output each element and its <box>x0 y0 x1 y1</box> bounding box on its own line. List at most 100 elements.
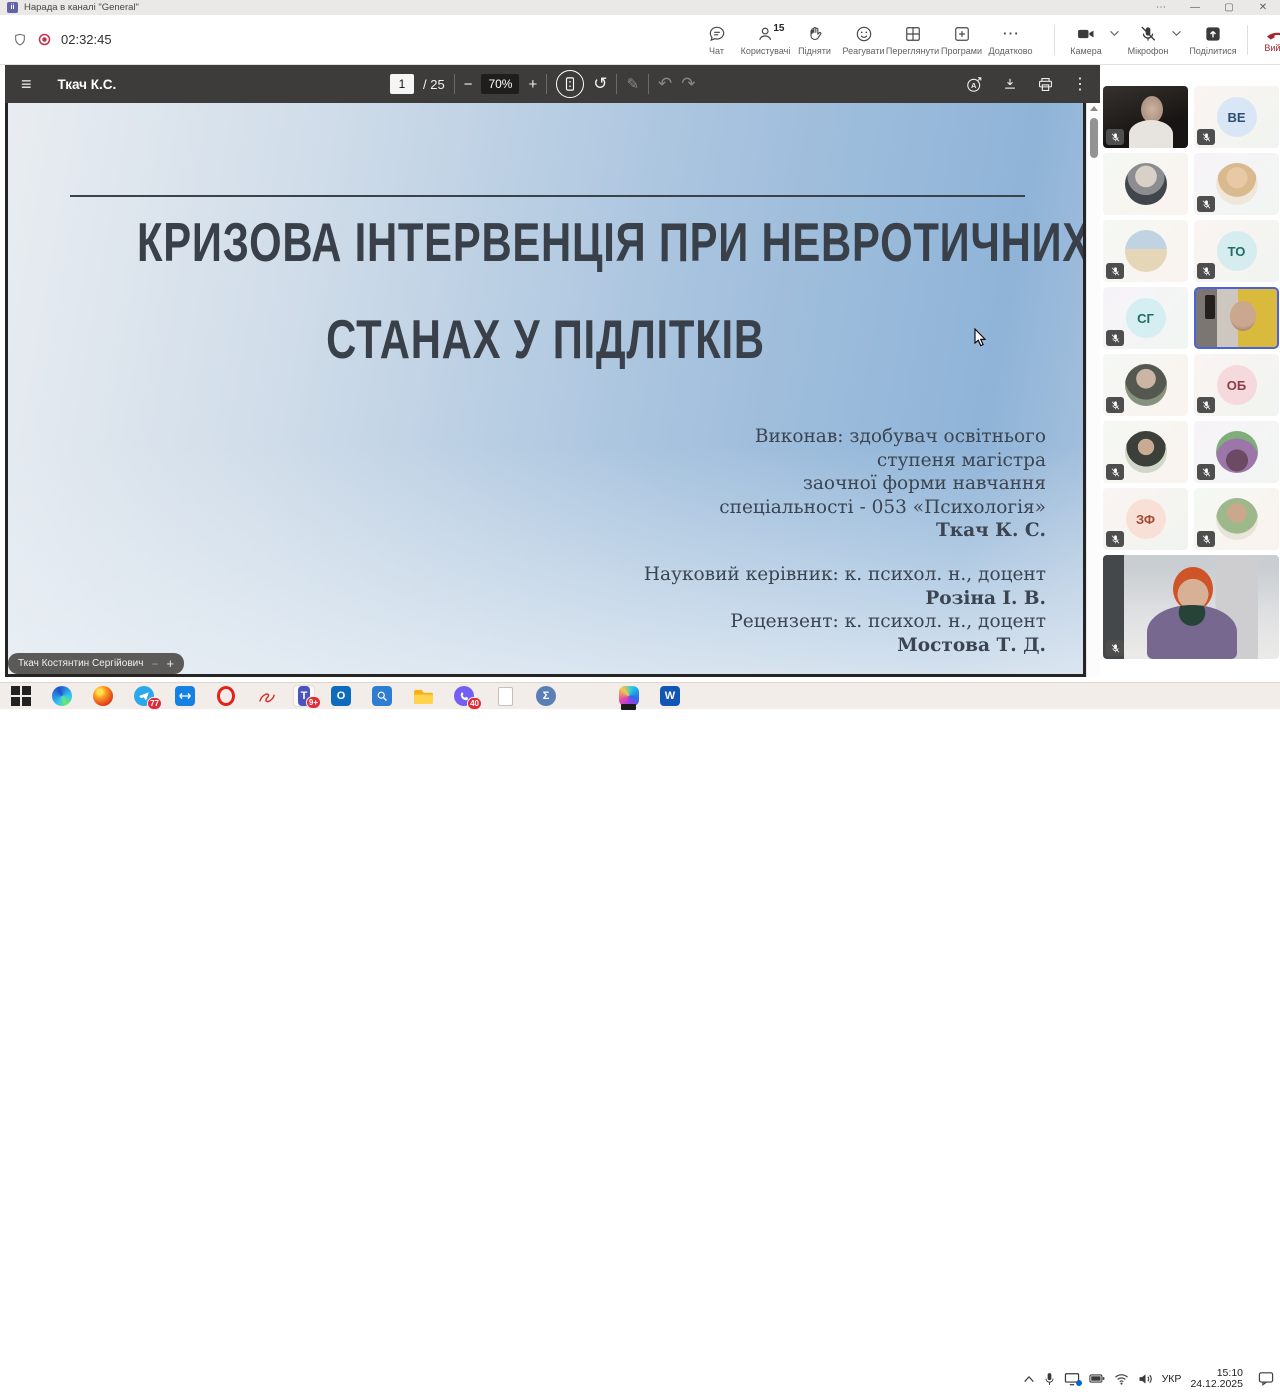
pill-collapse-icon[interactable]: − <box>151 657 158 671</box>
tray-clock[interactable]: 15:10 24.12.2025 <box>1190 1368 1243 1390</box>
viber-badge: 40 <box>467 697 482 710</box>
microphone-chevron-icon[interactable] <box>1171 30 1183 37</box>
participant-tile-initials-ob[interactable]: ОБ <box>1194 354 1279 416</box>
participant-tile-short-hair-avatar[interactable] <box>1103 354 1188 416</box>
tray-date: 24.12.2025 <box>1190 1379 1243 1390</box>
word-app-button[interactable]: W <box>659 685 681 707</box>
telegram-app-button[interactable]: 77 <box>133 685 155 707</box>
accessibility-mode-button[interactable]: A <box>965 75 984 94</box>
apps-button[interactable]: Програми <box>937 24 986 56</box>
camera-button[interactable]: Камера <box>1061 24 1111 56</box>
teamviewer-app-button[interactable] <box>174 685 196 707</box>
chat-bubble-icon <box>707 24 727 44</box>
firefox-app-button[interactable] <box>92 685 114 707</box>
slide-reviewer-name: Мостова Т. Д. <box>644 634 1046 658</box>
windows-logo-icon <box>11 686 31 706</box>
participant-tile-man-suit-avatar[interactable] <box>1103 153 1188 215</box>
participant-tile-initials-to[interactable]: ТО <box>1194 220 1279 282</box>
microphone-button[interactable]: Мікрофон <box>1123 24 1173 56</box>
tray-speaker-icon[interactable] <box>1138 1373 1153 1385</box>
tray-microphone-icon[interactable] <box>1044 1372 1055 1386</box>
viber-app-button[interactable]: 40 <box>453 685 475 707</box>
window-more-button[interactable]: ⋯ <box>1144 0 1178 15</box>
mic-muted-badge-icon <box>1106 129 1124 145</box>
mic-muted-badge-icon <box>1106 531 1124 547</box>
teams-badge: 9+ <box>306 696 321 709</box>
share-button[interactable]: Поділитися <box>1185 24 1241 56</box>
divider <box>1054 25 1055 55</box>
fit-to-page-button[interactable] <box>556 70 584 98</box>
window-title: Нарада в каналі "General" <box>24 2 139 13</box>
leave-button[interactable]: Вийти <box>1254 28 1280 53</box>
participant-tile-initials-be[interactable]: ВЕ <box>1194 86 1279 148</box>
mic-muted-badge-icon <box>1197 196 1215 212</box>
participant-tile-initials-zf[interactable]: ЗФ <box>1103 488 1188 550</box>
window-minimize-button[interactable]: — <box>1178 0 1212 15</box>
raise-hand-button[interactable]: Підняти <box>790 24 839 56</box>
mic-muted-badge-icon <box>1197 263 1215 279</box>
participants-button[interactable]: 15 Користувачі <box>741 24 790 56</box>
pill-expand-icon[interactable]: + <box>166 656 174 671</box>
opera-app-button[interactable] <box>215 685 237 707</box>
participant-tile-active-speaker-video[interactable] <box>1194 287 1279 349</box>
document-actions: A ⋮ <box>965 65 1088 103</box>
download-button[interactable] <box>1001 75 1019 93</box>
undo-button[interactable]: ↶ <box>658 74 672 94</box>
teams-app-button[interactable]: T 9+ <box>293 685 315 707</box>
start-button[interactable] <box>10 685 32 707</box>
meeting-toolbar: 02:32:45 Чат 15 Користувачі Підняти <box>0 15 1280 65</box>
hamburger-menu-icon[interactable]: ≡ <box>21 75 32 93</box>
tray-display-icon[interactable] <box>1064 1372 1080 1386</box>
kebab-menu-icon[interactable]: ⋮ <box>1072 74 1088 94</box>
draw-button[interactable]: ✎ <box>626 75 639 93</box>
print-button[interactable] <box>1036 75 1055 94</box>
photo-avatar <box>1125 431 1167 473</box>
participant-tile-purple-tree-avatar[interactable] <box>1194 421 1279 483</box>
zoom-level[interactable]: 70% <box>481 74 519 94</box>
redo-button[interactable]: ↷ <box>681 74 695 94</box>
participant-tile-blonde-woman-avatar[interactable] <box>1194 153 1279 215</box>
view-button[interactable]: Переглянути <box>888 24 937 56</box>
participant-tile-green-top-avatar[interactable] <box>1194 488 1279 550</box>
zoom-out-button[interactable]: − <box>464 76 473 93</box>
tray-battery-icon[interactable] <box>1089 1373 1105 1384</box>
tray-expand-chevron-icon[interactable] <box>1023 1375 1035 1383</box>
zoom-in-button[interactable]: + <box>528 76 537 93</box>
participant-tile-initials-sg[interactable]: СГ <box>1103 287 1188 349</box>
window-restore-button[interactable]: ▢ <box>1212 0 1246 15</box>
mic-muted-badge-icon <box>1197 397 1215 413</box>
notifications-icon[interactable] <box>1258 1371 1274 1386</box>
more-button[interactable]: ⋯ Додатково <box>986 24 1035 56</box>
rotate-button[interactable]: ↺ <box>593 74 607 94</box>
participant-tile-beach-photo-avatar[interactable] <box>1103 220 1188 282</box>
mic-muted-badge-icon <box>1197 531 1215 547</box>
presenter-name-pill[interactable]: Ткач Костянтин Сергійович − + <box>8 653 184 674</box>
chat-button[interactable]: Чат <box>692 24 741 56</box>
blank-document-button[interactable] <box>494 685 516 707</box>
scribble-app-button[interactable] <box>256 685 278 707</box>
copilot-app-button[interactable] <box>618 685 640 707</box>
participant-tile-sitting-woman-avatar[interactable] <box>1103 421 1188 483</box>
react-button[interactable]: Реагувати <box>839 24 888 56</box>
tray-wifi-icon[interactable] <box>1114 1373 1129 1385</box>
device-controls: Камера Мікрофон Поділитися Вийти <box>1048 15 1280 65</box>
edge-app-button[interactable] <box>51 685 73 707</box>
scroll-up-arrow[interactable] <box>1090 106 1098 111</box>
document-scrollbar[interactable] <box>1086 103 1100 677</box>
photo-avatar <box>1125 364 1167 406</box>
camera-chevron-icon[interactable] <box>1109 30 1121 37</box>
sigma-app-button[interactable]: Σ <box>535 685 557 707</box>
window-close-button[interactable]: ✕ <box>1246 0 1280 15</box>
scrollbar-thumb[interactable] <box>1090 118 1098 158</box>
page-number-input[interactable] <box>390 74 414 94</box>
participant-tile-woman-glasses-video[interactable] <box>1103 86 1188 148</box>
file-explorer-button[interactable] <box>412 685 434 707</box>
mic-muted-badge-icon <box>1106 263 1124 279</box>
search-app-button[interactable] <box>371 685 393 707</box>
participants-sidebar: ВЕ ТО СГ ОБ ЗФ <box>1103 86 1279 659</box>
photo-avatar <box>1216 163 1258 205</box>
keyboard-language[interactable]: УКР <box>1162 1373 1182 1385</box>
participant-tile-red-hair-woman-video[interactable] <box>1103 555 1279 659</box>
outlook-icon: O <box>331 686 351 706</box>
outlook-app-button[interactable]: O <box>330 685 352 707</box>
